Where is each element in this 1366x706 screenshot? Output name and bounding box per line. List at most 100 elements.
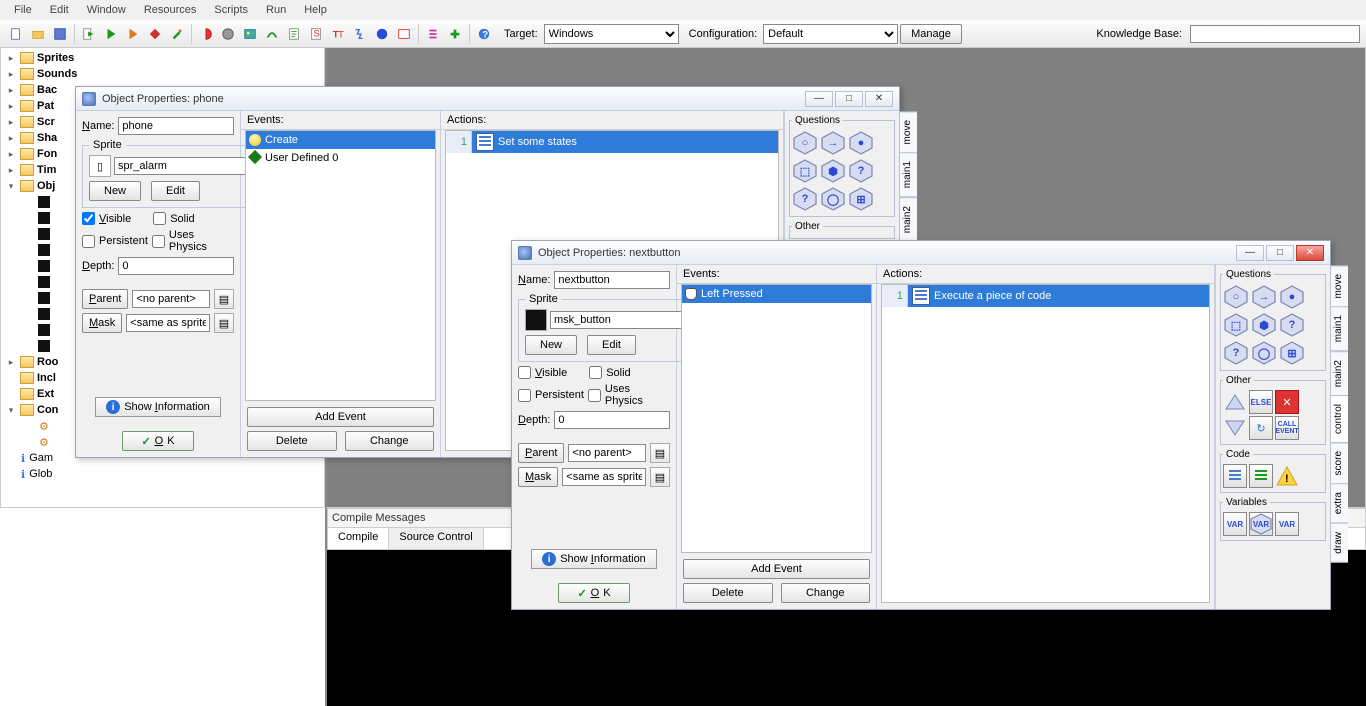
event-user-defined-0[interactable]: User Defined 0	[246, 149, 435, 167]
debug-icon[interactable]	[123, 24, 143, 44]
timeline-icon[interactable]	[350, 24, 370, 44]
physics-checkbox[interactable]	[152, 235, 165, 248]
maximize-button[interactable]: □	[1266, 245, 1294, 261]
change-event-button[interactable]: Change	[345, 431, 435, 451]
ok-button[interactable]: OK	[122, 431, 193, 451]
new-file-icon[interactable]	[6, 24, 26, 44]
palette-action-icon[interactable]: ?	[1279, 312, 1305, 338]
physics-checkbox[interactable]	[588, 389, 601, 402]
build-icon[interactable]	[79, 24, 99, 44]
sphere-icon[interactable]	[218, 24, 238, 44]
palette-action-icon[interactable]: ⬚	[792, 158, 818, 184]
event-left-pressed[interactable]: Left Pressed	[682, 285, 871, 303]
action-item[interactable]: 1 Execute a piece of code	[882, 285, 1209, 307]
palette-action-icon[interactable]: ⬚	[1223, 312, 1249, 338]
tab-main1[interactable]: main1	[899, 152, 917, 197]
save-icon[interactable]	[50, 24, 70, 44]
open-icon[interactable]	[28, 24, 48, 44]
stop-icon[interactable]	[145, 24, 165, 44]
parent-input[interactable]	[568, 444, 646, 462]
var-test-icon[interactable]: VAR	[1249, 512, 1273, 536]
name-input[interactable]	[554, 271, 670, 289]
compile-tab-compile[interactable]: Compile	[328, 528, 389, 549]
delete-event-button[interactable]: Delete	[247, 431, 337, 451]
warning-icon[interactable]: !	[1275, 464, 1299, 488]
name-input[interactable]	[118, 117, 234, 135]
room-icon[interactable]	[394, 24, 414, 44]
parent-button[interactable]: Parent	[82, 289, 128, 309]
delete-event-button[interactable]: Delete	[683, 583, 773, 603]
mask-input[interactable]	[126, 314, 210, 332]
solid-checkbox[interactable]	[153, 212, 166, 225]
show-information-button[interactable]: iShow Information	[95, 397, 221, 417]
parent-picker-icon[interactable]: ▤	[650, 443, 670, 463]
script-icon[interactable]	[284, 24, 304, 44]
minimize-button[interactable]: —	[1236, 245, 1264, 261]
tab-main2[interactable]: main2	[1330, 351, 1348, 396]
palette-action-icon[interactable]: ?	[1223, 340, 1249, 366]
events-list[interactable]: Create User Defined 0	[245, 130, 436, 401]
palette-action-icon[interactable]: ⬢	[820, 158, 846, 184]
add-event-button[interactable]: Add Event	[683, 559, 870, 579]
sprite-new-button[interactable]: New	[89, 181, 141, 201]
palette-action-icon[interactable]: →	[820, 130, 846, 156]
path-icon[interactable]	[262, 24, 282, 44]
visible-checkbox[interactable]	[82, 212, 95, 225]
palette-action-icon[interactable]: ●	[1279, 284, 1305, 310]
var-set-icon[interactable]: VAR	[1223, 512, 1247, 536]
menu-scripts[interactable]: Scripts	[206, 2, 256, 18]
palette-action-icon[interactable]: ⬢	[1251, 312, 1277, 338]
stop-x-icon[interactable]: ✕	[1275, 390, 1299, 414]
close-button[interactable]: ✕	[865, 91, 893, 107]
config-select[interactable]: Default	[763, 24, 898, 44]
target-select[interactable]: Windows	[544, 24, 679, 44]
sprite-new-button[interactable]: New	[525, 335, 577, 355]
actions-list[interactable]: 1 Execute a piece of code	[881, 284, 1210, 603]
sprite-edit-button[interactable]: Edit	[151, 181, 200, 201]
palette-action-icon[interactable]: ◯	[1251, 340, 1277, 366]
font-icon[interactable]: TT	[328, 24, 348, 44]
tab-move[interactable]: move	[899, 111, 917, 153]
persistent-checkbox[interactable]	[82, 235, 95, 248]
object-icon[interactable]	[372, 24, 392, 44]
image-icon[interactable]	[240, 24, 260, 44]
palette-action-icon[interactable]: ◯	[820, 186, 846, 212]
execute-script-icon[interactable]	[1249, 464, 1273, 488]
call-event-icon[interactable]: CALLEVENT	[1275, 416, 1299, 440]
tab-main2[interactable]: main2	[899, 197, 917, 242]
palette-action-icon[interactable]: ○	[1223, 284, 1249, 310]
depth-input[interactable]	[554, 411, 670, 429]
menu-help[interactable]: Help	[296, 2, 335, 18]
minimize-button[interactable]: —	[805, 91, 833, 107]
visible-checkbox[interactable]	[518, 366, 531, 379]
kb-input[interactable]	[1190, 25, 1360, 43]
palette-action-icon[interactable]: →	[1251, 284, 1277, 310]
parent-button[interactable]: Parent	[518, 443, 564, 463]
menu-edit[interactable]: Edit	[42, 2, 77, 18]
palette-action-icon[interactable]: ○	[792, 130, 818, 156]
mask-button[interactable]: Mask	[518, 467, 558, 487]
mask-input[interactable]	[562, 468, 646, 486]
menu-file[interactable]: File	[6, 2, 40, 18]
solid-checkbox[interactable]	[589, 366, 602, 379]
action-item[interactable]: 1 Set some states	[446, 131, 778, 153]
play-icon[interactable]	[101, 24, 121, 44]
palette-action-icon[interactable]: ⊞	[1279, 340, 1305, 366]
tree-item[interactable]: ℹGlob	[1, 466, 324, 482]
parent-picker-icon[interactable]: ▤	[214, 289, 234, 309]
mask-picker-icon[interactable]: ▤	[214, 313, 234, 333]
menu-window[interactable]: Window	[79, 2, 134, 18]
list-icon[interactable]	[423, 24, 443, 44]
else-icon[interactable]: ELSE	[1249, 390, 1273, 414]
clean-icon[interactable]	[167, 24, 187, 44]
persistent-checkbox[interactable]	[518, 389, 531, 402]
palette-action-icon[interactable]: ?	[792, 186, 818, 212]
menu-resources[interactable]: Resources	[136, 2, 205, 18]
help-icon[interactable]: ?	[474, 24, 494, 44]
tab-draw[interactable]: draw	[1330, 523, 1348, 563]
events-list[interactable]: Left Pressed	[681, 284, 872, 553]
up-arrow-icon[interactable]	[1223, 390, 1247, 414]
down-arrow-icon[interactable]	[1223, 416, 1247, 440]
shader-icon[interactable]: S	[306, 24, 326, 44]
mask-picker-icon[interactable]: ▤	[650, 467, 670, 487]
